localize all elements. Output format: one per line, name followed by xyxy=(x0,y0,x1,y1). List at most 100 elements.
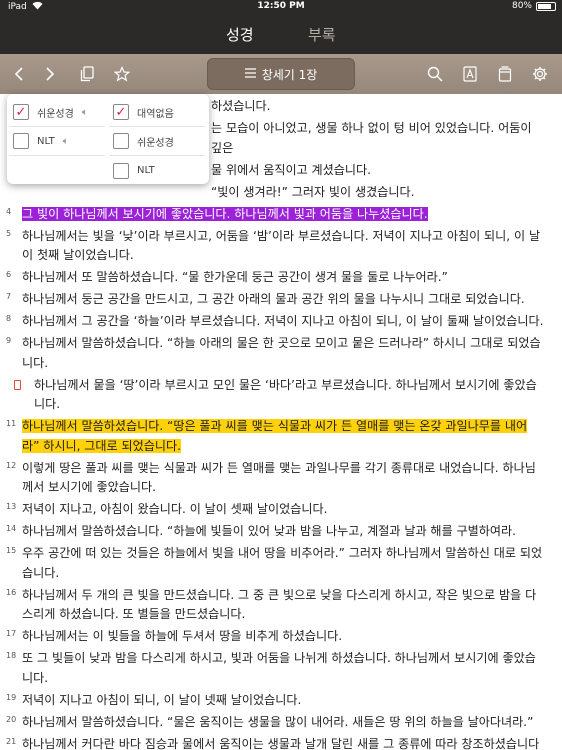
verse-text: 또 그 빛들이 낮과 밤을 다스리게 하시고, 빛과 어둠을 나뉘게 하셨습니다… xyxy=(22,651,536,685)
verse-text: 하나님께서 두 개의 큰 빛을 만드셨습니다. 그 중 큰 빛으로 낮을 다스리… xyxy=(22,587,537,622)
verse-text: 하나님께서는 이 빛들을 하늘에 두셔서 땅을 비추게 하셨습니다. xyxy=(22,629,343,643)
checkbox[interactable] xyxy=(13,133,29,149)
checkbox[interactable] xyxy=(113,162,129,179)
top-tab-bar: 성경 부록 xyxy=(0,14,562,54)
verse-number: 14 xyxy=(6,524,17,533)
verse-13[interactable]: 13 저녁이 지나고, 아침이 왔습니다. 이 날이 셋째 날이었습니다. xyxy=(6,500,544,520)
verse-number: 13 xyxy=(6,502,17,511)
font-size-icon[interactable] xyxy=(460,64,480,84)
translation-popover: ✓ 쉬운성경 🔈︎ NLT 🔈︎ ✓ 대역없음 쉬운성경 NLT xyxy=(7,94,209,184)
verse-text: 하나님께서 뭍을 ‘땅’이라 부르시고 모인 물은 ‘바다’라고 부르셨습니다.… xyxy=(34,377,537,412)
option-label: NLT xyxy=(137,165,155,176)
parallel-option-easy-bible[interactable]: 쉬운성경 xyxy=(109,127,205,156)
verse-number: 15 xyxy=(6,546,17,555)
verse-text: 이렇게 땅은 풀과 씨를 맺는 식물과 씨가 든 열매를 맺는 과일나무를 각기… xyxy=(22,460,536,495)
verse-text: 하나님께서 커다란 바다 짐승과 물에서 움직이는 생물과 날개 달린 새를 그… xyxy=(22,736,540,750)
verse-text: “빛이 생겨라!” 그러자 빛이 생겼습니다. xyxy=(211,184,415,199)
verse-text: 우주 공간에 떠 있는 것들은 하늘에서 빛을 내어 땅을 비추어라.” 그러자… xyxy=(22,546,543,580)
battery-percent: 80% xyxy=(511,1,532,11)
verse-text: 는 모습이 아니었고, 생물 하나 없이 텅 비어 있었습니다. 어둠이 깊은 xyxy=(211,121,532,155)
verse-fragment-4[interactable]: “빛이 생겨라!” 그러자 빛이 생겼습니다. xyxy=(6,183,544,203)
verse-number: 16 xyxy=(6,587,17,597)
settings-gear-icon[interactable] xyxy=(530,64,550,84)
battery-icon xyxy=(536,1,556,11)
verse-number: 4 xyxy=(6,206,12,216)
verse-text: 하나님께서 말씀하셨습니다. “물은 움직이는 생물을 많이 내어라. 새들은 … xyxy=(22,714,534,729)
reader-toolbar: 창세기 1장 xyxy=(0,54,562,94)
reading-plan-icon[interactable] xyxy=(495,64,515,84)
primary-option-easy-bible[interactable]: ✓ 쉬운성경 🔈︎ xyxy=(9,98,105,127)
option-label: 대역없음 xyxy=(137,108,174,120)
bible-text-content[interactable]: 하셨습니다. 는 모습이 아니었고, 생물 하나 없이 텅 비어 있었습니다. … xyxy=(0,94,562,750)
verse-number: 11 xyxy=(6,419,17,428)
status-time: 12:50 PM xyxy=(257,1,305,11)
primary-option-nlt[interactable]: NLT 🔈︎ xyxy=(9,127,105,156)
verse-text: 하나님께서 또 말씀하셨습니다. “물 한가운데 둥근 공간이 생겨 물을 둘로… xyxy=(22,270,448,284)
verse-8[interactable]: 8 하나님께서 그 공간을 ‘하늘’이라 부르셨습니다. 저녁이 지나고 아침이 … xyxy=(6,312,544,332)
speaker-icon[interactable]: 🔈︎ xyxy=(82,107,88,118)
status-right: 80% xyxy=(512,1,556,11)
verse-text: 하나님께서 둥근 공간을 만드시고, 그 공간 아래의 물과 공간 위의 물을 … xyxy=(22,292,525,306)
verse-10[interactable]: 하나님께서 뭍을 ‘땅’이라 부르시고 모인 물은 ‘바다’라고 부르셨습니다.… xyxy=(6,376,544,415)
verse-text-highlighted: 하나님께서 말씀하셨습니다. “땅은 풀과 씨를 맺는 식물과 씨가 든 열매를… xyxy=(22,419,528,453)
search-icon[interactable] xyxy=(425,64,445,84)
verse-19[interactable]: 19 저녁이 지나고 아침이 되니, 이 날이 넷째 날이었습니다. xyxy=(6,691,544,711)
verse-17[interactable]: 17 하나님께서는 이 빛들을 하늘에 두셔서 땅을 비추게 하셨습니다. xyxy=(6,627,544,647)
option-label: 쉬운성경 xyxy=(37,108,74,120)
verse-text: 저녁이 지나고 아침이 되니, 이 날이 넷째 날이었습니다. xyxy=(22,692,302,707)
verse-number: 19 xyxy=(6,692,17,702)
verse-text: 하셨습니다. xyxy=(211,99,271,113)
verse-20[interactable]: 20 하나님께서 말씀하셨습니다. “물은 움직이는 생물을 많이 내어라. 새들… xyxy=(6,713,544,733)
list-icon xyxy=(244,67,256,81)
verse-12[interactable]: 12 이렇게 땅은 풀과 씨를 맺는 식물과 씨가 든 열매를 맺는 과일나무를 … xyxy=(6,459,544,498)
verse-text: 하나님께서 그 공간을 ‘하늘’이라 부르셨습니다. 저녁이 지나고 아침이 되… xyxy=(22,314,544,328)
verse-14[interactable]: 14 하나님께서 말씀하셨습니다. “하늘에 빛들이 있어 낮과 밤을 나누고, … xyxy=(6,522,544,542)
verse-number: 12 xyxy=(6,460,17,470)
verse-21[interactable]: 21 하나님께서 커다란 바다 짐승과 물에서 움직이는 생물과 날개 달린 새를… xyxy=(6,735,544,750)
parallel-option-none[interactable]: ✓ 대역없음 xyxy=(109,98,205,127)
verse-number: 20 xyxy=(6,714,17,724)
chapter-selector-button[interactable]: 창세기 1장 xyxy=(207,58,355,90)
verse-text: 하나님께서 말씀하셨습니다. “하늘에 빛들이 있어 낮과 밤을 나누고, 계절… xyxy=(22,524,517,538)
verse-text-highlighted: 그 빛이 하나님께서 보시기에 좋았습니다. 하나님께서 빛과 어둠을 나누셨습… xyxy=(22,206,428,221)
bookmark-star-icon[interactable] xyxy=(112,64,132,84)
option-label: 쉬운성경 xyxy=(137,137,174,149)
verse-text: 저녁이 지나고, 아침이 왔습니다. 이 날이 셋째 날이었습니다. xyxy=(22,502,328,516)
verse-number: 7 xyxy=(6,292,12,301)
forward-chevron-icon[interactable] xyxy=(40,64,60,84)
checkbox[interactable]: ✓ xyxy=(113,104,129,120)
verse-number: 21 xyxy=(6,736,17,746)
popover-parallel-column: ✓ 대역없음 쉬운성경 NLT xyxy=(109,98,205,185)
checkbox[interactable] xyxy=(113,133,129,149)
verse-15[interactable]: 15 우주 공간에 떠 있는 것들은 하늘에서 빛을 내어 땅을 비추어라.” 그… xyxy=(6,544,544,583)
verse-number: 5 xyxy=(6,228,12,238)
back-chevron-icon[interactable] xyxy=(9,64,29,84)
verse-number: 9 xyxy=(6,336,12,345)
verse-text: 하나님께서 말씀하셨습니다. “하늘 아래의 물은 한 곳으로 모이고 뭍은 드… xyxy=(22,336,541,370)
speaker-icon[interactable]: 🔈︎ xyxy=(63,136,69,147)
verse-number: 18 xyxy=(6,651,17,660)
verse-text: 물 위에서 움직이고 계셨습니다. xyxy=(211,162,372,177)
verse-text: 하나님께서는 빛을 ‘낮’이라 부르시고, 어둠을 ‘밤’이라 부르셨습니다. … xyxy=(22,228,541,263)
status-bar: iPad 12:50 PM 80% xyxy=(0,0,562,14)
verse-7[interactable]: 7 하나님께서 둥근 공간을 만드시고, 그 공간 아래의 물과 공간 위의 물을… xyxy=(6,290,544,310)
copy-icon[interactable] xyxy=(77,64,97,84)
verse-number: 6 xyxy=(6,270,12,279)
verse-number: 17 xyxy=(6,629,17,638)
bookmark-icon[interactable] xyxy=(14,379,21,390)
popover-primary-column: ✓ 쉬운성경 🔈︎ NLT 🔈︎ xyxy=(9,98,105,156)
checkbox[interactable]: ✓ xyxy=(13,104,29,120)
verse-6[interactable]: 6 하나님께서 또 말씀하셨습니다. “물 한가운데 둥근 공간이 생겨 물을 둘… xyxy=(6,268,544,288)
verse-number: 8 xyxy=(6,314,12,323)
parallel-option-nlt[interactable]: NLT xyxy=(109,156,205,185)
tab-bible[interactable]: 성경 xyxy=(226,24,254,45)
tab-appendix[interactable]: 부록 xyxy=(308,24,336,45)
verse-4[interactable]: 4 그 빛이 하나님께서 보시기에 좋았습니다. 하나님께서 빛과 어둠을 나누셨… xyxy=(6,205,544,225)
verse-18[interactable]: 18 또 그 빛들이 낮과 밤을 다스리게 하시고, 빛과 어둠을 나뉘게 하셨습… xyxy=(6,649,544,688)
chapter-label: 창세기 1장 xyxy=(261,67,318,82)
verse-11[interactable]: 11 하나님께서 말씀하셨습니다. “땅은 풀과 씨를 맺는 식물과 씨가 든 열… xyxy=(6,417,544,456)
option-label: NLT xyxy=(37,135,55,147)
verse-5[interactable]: 5 하나님께서는 빛을 ‘낮’이라 부르시고, 어둠을 ‘밤’이라 부르셨습니다.… xyxy=(6,227,544,266)
verse-9[interactable]: 9 하나님께서 말씀하셨습니다. “하늘 아래의 물은 한 곳으로 모이고 뭍은 … xyxy=(6,334,544,373)
verse-16[interactable]: 16 하나님께서 두 개의 큰 빛을 만드셨습니다. 그 중 큰 빛으로 낮을 다… xyxy=(6,586,544,625)
